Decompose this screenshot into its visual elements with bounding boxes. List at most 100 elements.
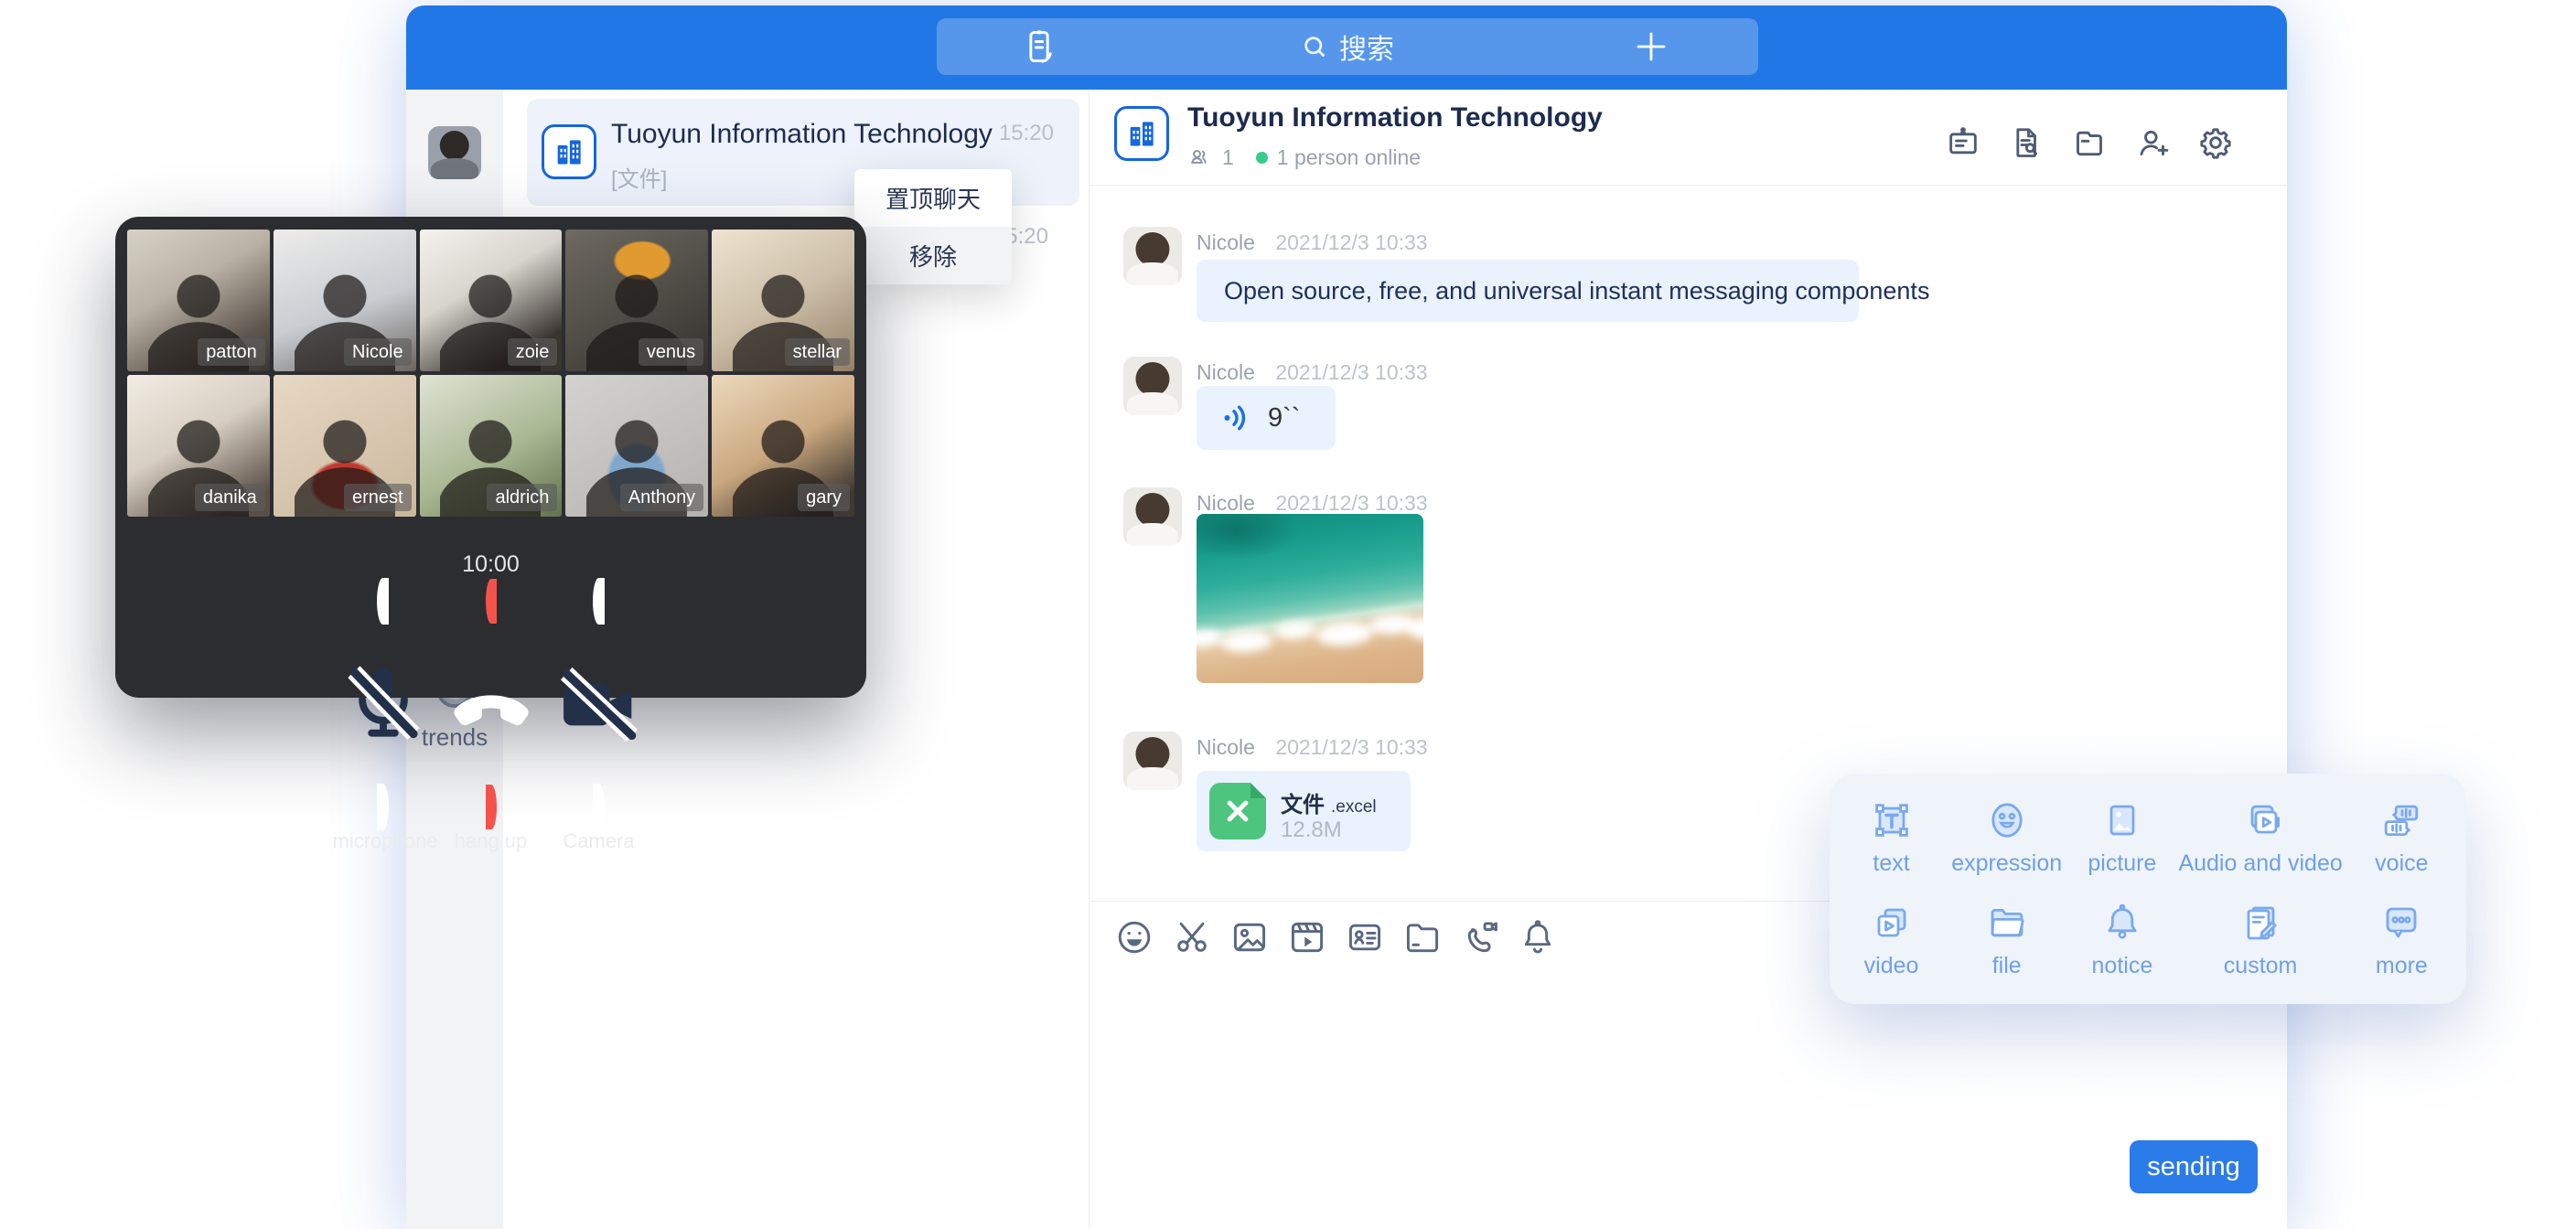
panel-item-label: expression [1951, 850, 2062, 877]
message-type-panel: text expression picture [1830, 774, 2466, 1004]
camera-button[interactable]: Camera [549, 590, 649, 772]
participant-name: Nicole [344, 338, 412, 366]
members-icon [1187, 144, 1213, 170]
video-call-panel: patton Nicole zoie venus stellar danika … [115, 217, 866, 698]
picture-icon [2100, 798, 2144, 842]
participant-tile: Anthony [565, 375, 708, 517]
participant-tile: Nicole [274, 230, 416, 371]
call-controls: microphone hang up Camera [115, 590, 866, 772]
voice-wave-icon [1220, 401, 1253, 434]
file-message-card[interactable]: 文件.excel 12.8M [1197, 771, 1411, 851]
panel-item-label: video [1864, 953, 1919, 979]
participant-tile: patton [127, 230, 270, 371]
more-icon [2379, 901, 2423, 945]
message-meta: Nicole 2021/12/3 10:33 [1197, 491, 1428, 516]
panel-item-label: text [1873, 850, 1909, 877]
participant-name: gary [798, 484, 850, 511]
sender-avatar[interactable] [1123, 732, 1182, 790]
user-avatar[interactable] [428, 126, 481, 179]
panel-item-file[interactable]: file [1948, 889, 2066, 991]
message-time: 2021/12/3 10:33 [1275, 735, 1427, 759]
participant-name: venus [639, 338, 703, 366]
camera-label: Camera [549, 829, 649, 853]
participant-tile: stellar [712, 230, 854, 371]
panel-item-audio-video[interactable]: Audio and video [2178, 786, 2342, 889]
conversation-time: 15:20 [999, 121, 1054, 146]
message-meta: Nicole 2021/12/3 10:33 [1197, 735, 1428, 760]
participant-tile: ernest [274, 375, 416, 517]
chat-header-actions [1945, 124, 2234, 161]
file-name: 文件.excel [1281, 786, 1377, 818]
file-fold-corner [1250, 783, 1266, 798]
sender-avatar[interactable] [1123, 487, 1182, 546]
participant-name: danika [195, 484, 265, 511]
emoji-icon[interactable] [1114, 917, 1154, 957]
menu-item-pin-chat[interactable]: 置顶聊天 [854, 169, 1012, 227]
participant-tile: venus [565, 230, 708, 371]
search-bar[interactable]: 搜索 [937, 18, 1758, 75]
panel-item-notice[interactable]: notice [2066, 889, 2178, 991]
group-notice-icon[interactable] [1945, 124, 1981, 161]
voice-message-bubble[interactable]: 9`` [1197, 386, 1336, 450]
microphone-off-icon [333, 578, 434, 830]
file-folder-icon [1985, 901, 2029, 945]
microphone-label: microphone [333, 829, 434, 853]
notification-icon[interactable] [1518, 917, 1558, 957]
panel-item-voice[interactable]: voice [2343, 786, 2461, 889]
sender-avatar[interactable] [1123, 227, 1182, 285]
panel-item-label: custom [2224, 953, 2298, 979]
participant-tile: aldrich [420, 375, 563, 517]
participant-tile: gary [712, 375, 854, 517]
menu-item-remove[interactable]: 移除 [854, 227, 1012, 284]
panel-item-expression[interactable]: expression [1948, 786, 2066, 889]
file-icon[interactable] [1402, 917, 1443, 957]
video-call-icon[interactable] [1460, 917, 1500, 957]
sender-avatar[interactable] [1123, 357, 1182, 415]
file-ext: .excel [1331, 797, 1377, 817]
panel-item-custom[interactable]: custom [2178, 889, 2342, 991]
image-message[interactable] [1197, 514, 1423, 683]
hang-up-button[interactable]: hang up [441, 590, 542, 772]
custom-icon [2238, 901, 2282, 945]
participant-name: zoie [508, 338, 558, 366]
message-time: 2021/12/3 10:33 [1275, 360, 1427, 384]
screenshot-icon[interactable] [1172, 917, 1212, 957]
settings-icon[interactable] [2197, 124, 2234, 161]
contact-card-icon[interactable] [1345, 917, 1385, 957]
panel-item-label: picture [2088, 850, 2156, 877]
message-text-content: Open source, free, and universal instant… [1224, 277, 1929, 305]
panel-item-more[interactable]: more [2343, 889, 2461, 991]
video-clip-icon[interactable] [1287, 917, 1327, 957]
panel-item-video[interactable]: video [1835, 889, 1948, 991]
add-member-icon[interactable] [2134, 124, 2171, 161]
add-icon[interactable] [1632, 27, 1670, 66]
sender-name: Nicole [1197, 735, 1255, 759]
chat-panel: Tuoyun Information Technology 1 1 person… [1089, 90, 2287, 1229]
panel-item-text[interactable]: text [1835, 786, 1948, 889]
send-button[interactable]: sending [2130, 1140, 2258, 1193]
chat-title: Tuoyun Information Technology [1187, 102, 1603, 134]
send-label: sending [2147, 1152, 2240, 1182]
panel-item-label: Audio and video [2178, 850, 2342, 877]
image-icon[interactable] [1229, 917, 1270, 957]
sender-name: Nicole [1197, 230, 1255, 254]
message-meta: Nicole 2021/12/3 10:33 [1197, 230, 1428, 255]
search-icon [1301, 33, 1328, 60]
top-bar: 搜索 [406, 5, 2287, 90]
voice-icon [2379, 798, 2423, 842]
group-avatar-icon [542, 124, 596, 179]
search-placeholder: 搜索 [1339, 27, 1394, 67]
beach-photo [1197, 514, 1423, 683]
camera-off-icon [549, 578, 649, 830]
microphone-button[interactable]: microphone [333, 590, 434, 772]
participant-grid: patton Nicole zoie venus stellar danika … [127, 230, 854, 517]
call-timer: 10:00 [115, 551, 866, 578]
panel-item-label: file [1992, 953, 2022, 979]
panel-item-picture[interactable]: picture [2066, 786, 2178, 889]
hang-up-label: hang up [441, 829, 542, 853]
file-size: 12.8M [1281, 818, 1342, 843]
conversation-context-menu: 置顶聊天 移除 [854, 169, 1012, 284]
chat-history-search-icon[interactable] [2008, 124, 2045, 161]
notice-bell-icon [2100, 901, 2144, 945]
group-files-icon[interactable] [2071, 124, 2108, 161]
